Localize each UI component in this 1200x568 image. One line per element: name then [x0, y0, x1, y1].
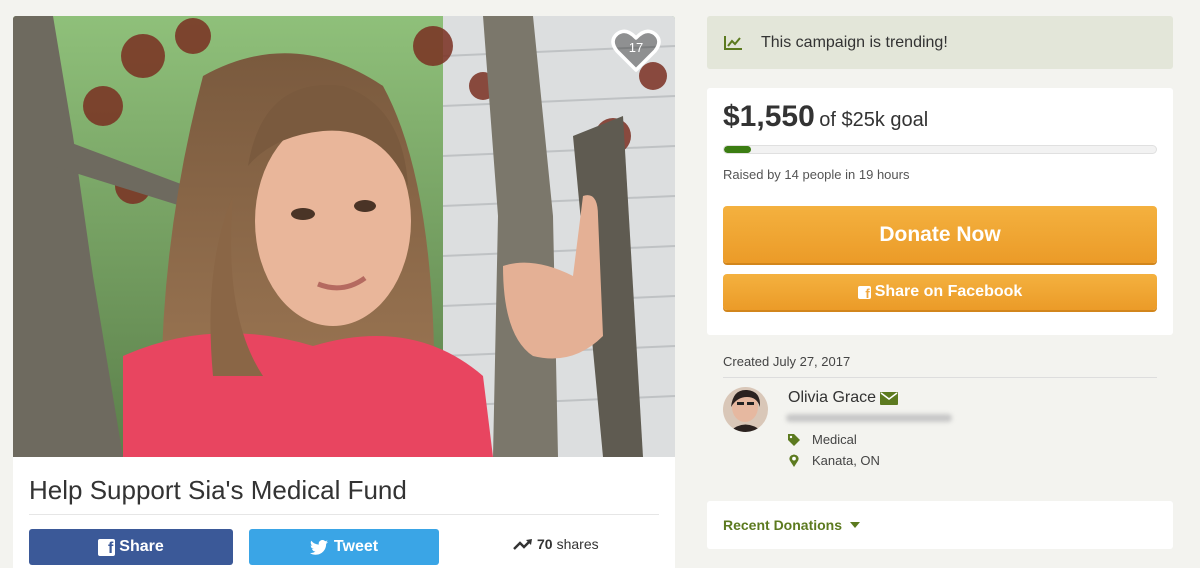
share-on-facebook-button[interactable]: f Share on Facebook: [723, 274, 1157, 310]
map-pin-icon: [789, 454, 799, 467]
shares-label: shares: [556, 536, 599, 552]
tweet-button[interactable]: Tweet: [249, 529, 439, 565]
recent-donations-label: Recent Donations: [723, 517, 843, 533]
campaign-title: Help Support Sia's Medical Fund: [29, 475, 407, 505]
shares-count: 70 shares: [513, 536, 599, 552]
trending-banner: This campaign is trending!: [707, 16, 1173, 69]
category-row: Medical: [788, 432, 857, 447]
created-date: Created July 27, 2017: [723, 354, 851, 369]
share-on-facebook-label: Share on Facebook: [874, 283, 1023, 300]
shares-number: 70: [537, 536, 553, 552]
progress-fill: [724, 146, 751, 153]
campaign-photo: [13, 16, 675, 457]
recent-donations-toggle[interactable]: Recent Donations: [707, 501, 1173, 549]
trending-text: This campaign is trending!: [761, 33, 948, 51]
category-label[interactable]: Medical: [812, 432, 857, 447]
trending-arrow-icon: [513, 539, 532, 550]
donate-now-button[interactable]: Donate Now: [723, 206, 1157, 263]
tag-icon: [788, 433, 800, 446]
divider: [723, 377, 1157, 378]
trending-line-icon: [724, 35, 742, 50]
blurred-email: [786, 414, 952, 422]
donation-card: $1,550 of $25k goal Raised by 14 people …: [707, 88, 1173, 335]
location-row: Kanata, ON: [788, 453, 880, 468]
facebook-icon: f: [98, 538, 116, 556]
envelope-icon[interactable]: [880, 391, 899, 405]
amount-line: $1,550 of $25k goal: [723, 100, 928, 134]
amount-raised: $1,550: [723, 100, 815, 133]
location-label: Kanata, ON: [812, 453, 880, 468]
facebook-icon: f: [857, 285, 871, 300]
goal-text: of $25k goal: [819, 109, 929, 131]
raised-by-text: Raised by 14 people in 19 hours: [723, 167, 910, 182]
organizer-name-row: Olivia Grace: [788, 389, 899, 407]
favorite-heart-button[interactable]: 17: [611, 28, 661, 74]
facebook-share-label: Share: [119, 538, 164, 555]
progress-bar: [723, 145, 1157, 154]
facebook-share-button[interactable]: f Share: [29, 529, 233, 565]
organizer-name[interactable]: Olivia Grace: [788, 389, 876, 407]
organizer-avatar[interactable]: [723, 387, 768, 432]
campaign-title-card: Help Support Sia's Medical Fund f Share …: [13, 457, 675, 568]
divider: [29, 514, 659, 515]
caret-down-icon: [850, 522, 861, 528]
tweet-label: Tweet: [333, 538, 379, 555]
favorite-count: 17: [628, 40, 644, 55]
twitter-bird-icon: [309, 539, 328, 555]
